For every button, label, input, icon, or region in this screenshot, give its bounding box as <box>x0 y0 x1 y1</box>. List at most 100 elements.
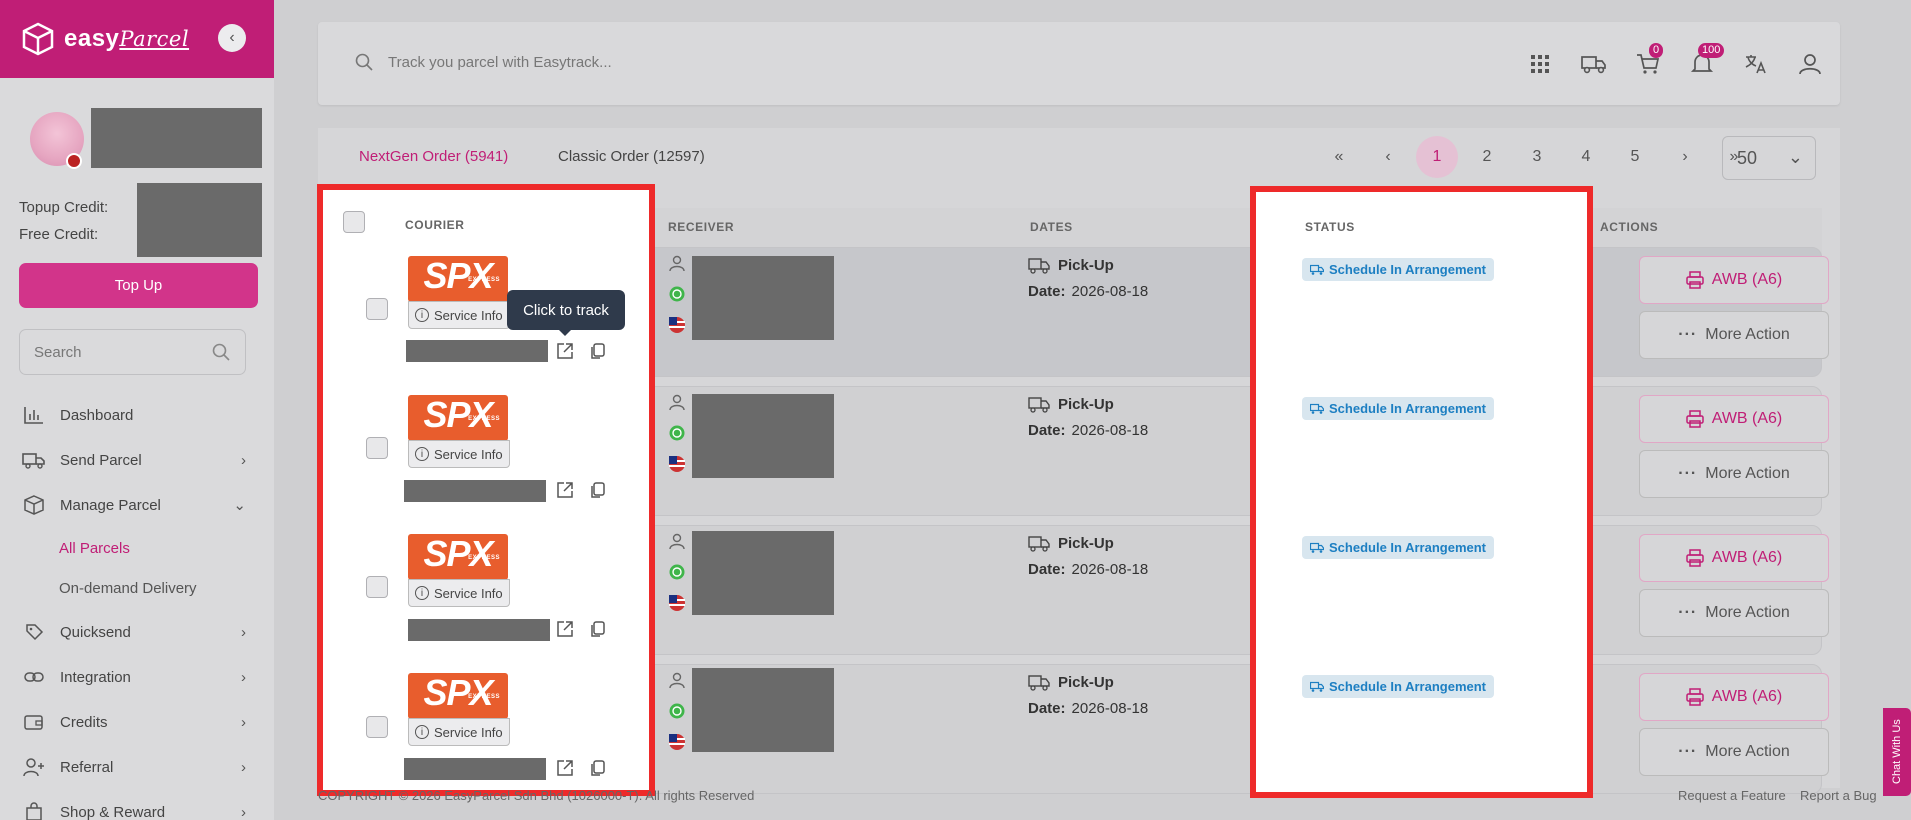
truck-icon <box>1028 397 1050 413</box>
tab-classic-order[interactable]: Classic Order (12597) <box>558 148 705 165</box>
sidebar-item-credits[interactable]: Credits › <box>22 707 252 737</box>
sidebar-search-input[interactable]: Search <box>19 329 246 375</box>
awb-a6-button[interactable]: AWB (A6) <box>1639 395 1829 443</box>
per-page-select[interactable]: 50 ⌄ <box>1722 136 1816 180</box>
service-info-button[interactable]: i Service Info <box>408 718 510 746</box>
tracking-number-redacted[interactable] <box>404 758 546 780</box>
translate-icon[interactable] <box>1742 50 1770 78</box>
sidebar-item-label: Integration <box>60 668 131 686</box>
copy-icon[interactable] <box>587 480 607 500</box>
delivery-truck-icon[interactable] <box>1580 50 1608 78</box>
sidebar-subitem-all-parcels[interactable]: All Parcels <box>59 540 130 557</box>
page-4-button[interactable]: 4 <box>1565 136 1607 178</box>
more-action-button[interactable]: ··· More Action <box>1639 589 1829 637</box>
chevron-down-icon: ⌄ <box>233 497 246 514</box>
chevron-right-icon: › <box>241 623 246 641</box>
more-action-label: More Action <box>1705 326 1790 343</box>
prev-page-button[interactable]: ‹ <box>1367 136 1409 178</box>
service-info-button[interactable]: i Service Info <box>408 440 510 468</box>
info-icon: i <box>415 586 429 600</box>
date-value: 2026-08-18 <box>1071 422 1149 439</box>
status-text: Schedule In Arrangement <box>1329 401 1486 416</box>
info-icon: i <box>415 447 429 461</box>
truck-icon <box>1028 258 1050 274</box>
sidebar-item-shop-reward[interactable]: Shop & Reward › <box>22 797 252 820</box>
spx-express-logo: SPX EXPRESS <box>408 256 508 302</box>
sidebar-item-referral[interactable]: Referral › <box>22 752 252 782</box>
service-info-button[interactable]: i Service Info <box>408 301 510 329</box>
copy-icon[interactable] <box>587 758 607 778</box>
printer-icon <box>1685 688 1704 706</box>
next-page-button[interactable]: › <box>1664 136 1706 178</box>
external-link-icon[interactable] <box>555 758 575 778</box>
report-bug-link[interactable]: Report a Bug <box>1800 788 1877 803</box>
awb-a6-button[interactable]: AWB (A6) <box>1639 673 1829 721</box>
row-checkbox[interactable] <box>366 298 388 320</box>
easytrack-search-placeholder: Track you parcel with Easytrack... <box>388 53 612 71</box>
cart-icon[interactable]: 0 <box>1634 43 1664 78</box>
pickup-text: Pick-Up <box>1058 395 1114 413</box>
top-bar: Track you parcel with Easytrack... 0 100 <box>318 22 1840 105</box>
status-badge: Schedule In Arrangement <box>1302 536 1494 559</box>
chat-with-us-button[interactable]: Chat With Us <box>1883 708 1911 796</box>
user-profile-icon[interactable] <box>1796 50 1824 78</box>
tracking-number-redacted[interactable] <box>406 340 548 362</box>
external-link-icon[interactable] <box>555 480 575 500</box>
awb-a6-button[interactable]: AWB (A6) <box>1639 534 1829 582</box>
truck-icon <box>1310 264 1324 275</box>
tracking-number-redacted[interactable] <box>404 480 546 502</box>
pickup-date: Date: 2026-08-18 <box>1028 561 1148 578</box>
copy-icon[interactable] <box>587 341 607 361</box>
courier-sub: EXPRESS <box>468 416 500 422</box>
date-label: Date: <box>1028 700 1066 717</box>
sidebar-item-integration[interactable]: Integration › <box>22 662 252 692</box>
whatsapp-icon <box>669 425 685 441</box>
page-3-button[interactable]: 3 <box>1516 136 1558 178</box>
person-icon <box>669 533 685 550</box>
tab-nextgen-order[interactable]: NextGen Order (5941) <box>359 148 508 165</box>
sidebar: easyParcel ‹ Topup Credit: Free Credit: … <box>0 0 274 820</box>
easytrack-search-input[interactable]: Track you parcel with Easytrack... <box>354 52 612 72</box>
top-up-button[interactable]: Top Up <box>19 263 258 308</box>
status-badge: Schedule In Arrangement <box>1302 258 1494 281</box>
row-checkbox[interactable] <box>366 716 388 738</box>
external-link-icon[interactable] <box>555 341 575 361</box>
tracking-number-redacted[interactable] <box>408 619 550 641</box>
page-5-button[interactable]: 5 <box>1614 136 1656 178</box>
page-1-button[interactable]: 1 <box>1416 136 1458 178</box>
service-info-button[interactable]: i Service Info <box>408 579 510 607</box>
brand-logo[interactable]: easyParcel <box>64 25 189 53</box>
collapse-sidebar-button[interactable]: ‹ <box>218 24 246 52</box>
sidebar-item-manage-parcel[interactable]: Manage Parcel ⌄ <box>22 490 252 520</box>
awb-a6-button[interactable]: AWB (A6) <box>1639 256 1829 304</box>
whatsapp-icon <box>669 564 685 580</box>
row-checkbox[interactable] <box>366 437 388 459</box>
truck-icon <box>1028 675 1050 691</box>
more-action-button[interactable]: ··· More Action <box>1639 450 1829 498</box>
whatsapp-icon <box>669 286 685 302</box>
apps-grid-icon[interactable] <box>1526 50 1554 78</box>
more-action-button[interactable]: ··· More Action <box>1639 311 1829 359</box>
page-2-button[interactable]: 2 <box>1466 136 1508 178</box>
chevron-right-icon: › <box>241 803 246 820</box>
request-feature-link[interactable]: Request a Feature <box>1678 788 1786 803</box>
more-action-label: More Action <box>1705 743 1790 760</box>
info-icon: i <box>415 725 429 739</box>
date-value: 2026-08-18 <box>1071 700 1149 717</box>
sidebar-subitem-on-demand-delivery[interactable]: On-demand Delivery <box>59 580 197 597</box>
notification-icon[interactable]: 100 <box>1688 43 1725 78</box>
sidebar-item-quicksend[interactable]: Quicksend › <box>22 617 252 647</box>
select-all-checkbox[interactable] <box>343 211 365 233</box>
sidebar-item-send-parcel[interactable]: Send Parcel › <box>22 445 252 475</box>
awb-label: AWB (A6) <box>1711 688 1783 705</box>
row-checkbox[interactable] <box>366 576 388 598</box>
copy-icon[interactable] <box>587 619 607 639</box>
first-page-button[interactable]: « <box>1318 136 1360 178</box>
date-label: Date: <box>1028 561 1066 578</box>
sidebar-item-dashboard[interactable]: Dashboard <box>22 400 252 430</box>
date-label: Date: <box>1028 422 1066 439</box>
more-action-button[interactable]: ··· More Action <box>1639 728 1829 776</box>
topup-credit-label: Topup Credit: <box>19 199 109 216</box>
search-icon <box>212 343 230 361</box>
external-link-icon[interactable] <box>555 619 575 639</box>
